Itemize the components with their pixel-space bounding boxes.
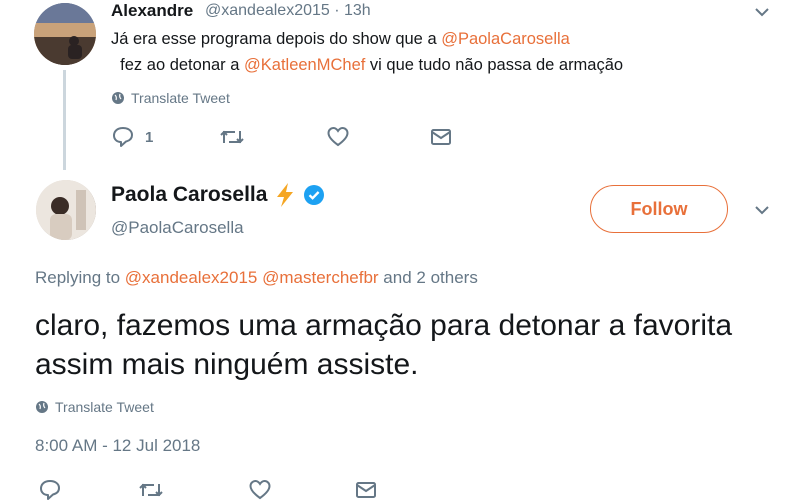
reply-tweet-actions: 1 bbox=[111, 125, 491, 151]
mention-link[interactable]: @PaolaCarosella bbox=[441, 30, 570, 48]
envelope-icon bbox=[429, 125, 453, 149]
reply-text-segment: Já era esse programa depois do show que … bbox=[111, 30, 442, 48]
translate-label: Translate Tweet bbox=[55, 399, 154, 415]
retweet-icon bbox=[219, 125, 245, 149]
tweet-timestamp[interactable]: 8:00 AM - 12 Jul 2018 bbox=[35, 436, 200, 456]
like-button[interactable] bbox=[248, 478, 272, 500]
replying-prefix: Replying to bbox=[35, 268, 125, 287]
reply-icon bbox=[111, 125, 135, 149]
direct-message-button[interactable] bbox=[429, 125, 453, 149]
main-tweet-actions bbox=[38, 478, 398, 500]
globe-icon bbox=[111, 91, 125, 105]
reply-button[interactable] bbox=[38, 478, 62, 500]
replying-mention-link[interactable]: @xandealex2015 bbox=[125, 268, 258, 287]
envelope-icon bbox=[354, 478, 378, 500]
main-author-name[interactable]: Paola Carosella bbox=[111, 183, 267, 207]
heart-icon bbox=[248, 478, 272, 500]
mention-link[interactable]: @KatleenMChef bbox=[244, 56, 365, 74]
reply-icon bbox=[38, 478, 62, 500]
avatar-paola-carosella[interactable] bbox=[36, 180, 96, 240]
retweet-button[interactable] bbox=[219, 125, 245, 149]
reply-translate-link[interactable]: Translate Tweet bbox=[111, 90, 230, 106]
replying-mention-link[interactable]: @masterchefbr bbox=[262, 268, 378, 287]
retweet-icon bbox=[138, 478, 164, 500]
follow-button[interactable]: Follow bbox=[590, 185, 728, 233]
reply-button[interactable]: 1 bbox=[111, 125, 153, 149]
reply-tweet-text: Já era esse programa depois do show que … bbox=[111, 26, 771, 78]
direct-message-button[interactable] bbox=[354, 478, 378, 500]
reply-text-segment: fez ao detonar a bbox=[111, 56, 245, 74]
replying-to-line: Replying to @xandealex2015 @masterchefbr… bbox=[35, 268, 478, 288]
globe-icon bbox=[35, 400, 49, 414]
lightning-icon bbox=[273, 182, 297, 208]
translate-label: Translate Tweet bbox=[131, 90, 230, 106]
main-translate-link[interactable]: Translate Tweet bbox=[35, 399, 154, 415]
reply-more-chevron-icon[interactable] bbox=[753, 3, 771, 26]
reply-author-handle-time[interactable]: @xandealex2015 · 13h bbox=[205, 2, 371, 20]
main-more-chevron-icon[interactable] bbox=[753, 201, 771, 224]
retweet-button[interactable] bbox=[138, 478, 164, 500]
reply-count: 1 bbox=[145, 128, 154, 146]
replying-others-link[interactable]: and 2 others bbox=[379, 268, 478, 287]
main-tweet-text: claro, fazemos uma armação para detonar … bbox=[35, 309, 733, 381]
main-author-handle[interactable]: @PaolaCarosella bbox=[111, 218, 244, 238]
heart-icon bbox=[326, 125, 350, 149]
avatar-image bbox=[34, 3, 96, 65]
reply-author-name[interactable]: Alexandre bbox=[111, 1, 193, 21]
thread-connector-line bbox=[63, 70, 66, 170]
like-button[interactable] bbox=[326, 125, 350, 149]
reply-text-segment: vi que tudo não passa de armação bbox=[365, 56, 624, 74]
avatar-image bbox=[36, 180, 96, 240]
verified-badge-icon bbox=[303, 184, 325, 206]
avatar-alexandre[interactable] bbox=[34, 3, 96, 65]
main-author-name-row: Paola Carosella bbox=[111, 182, 325, 208]
